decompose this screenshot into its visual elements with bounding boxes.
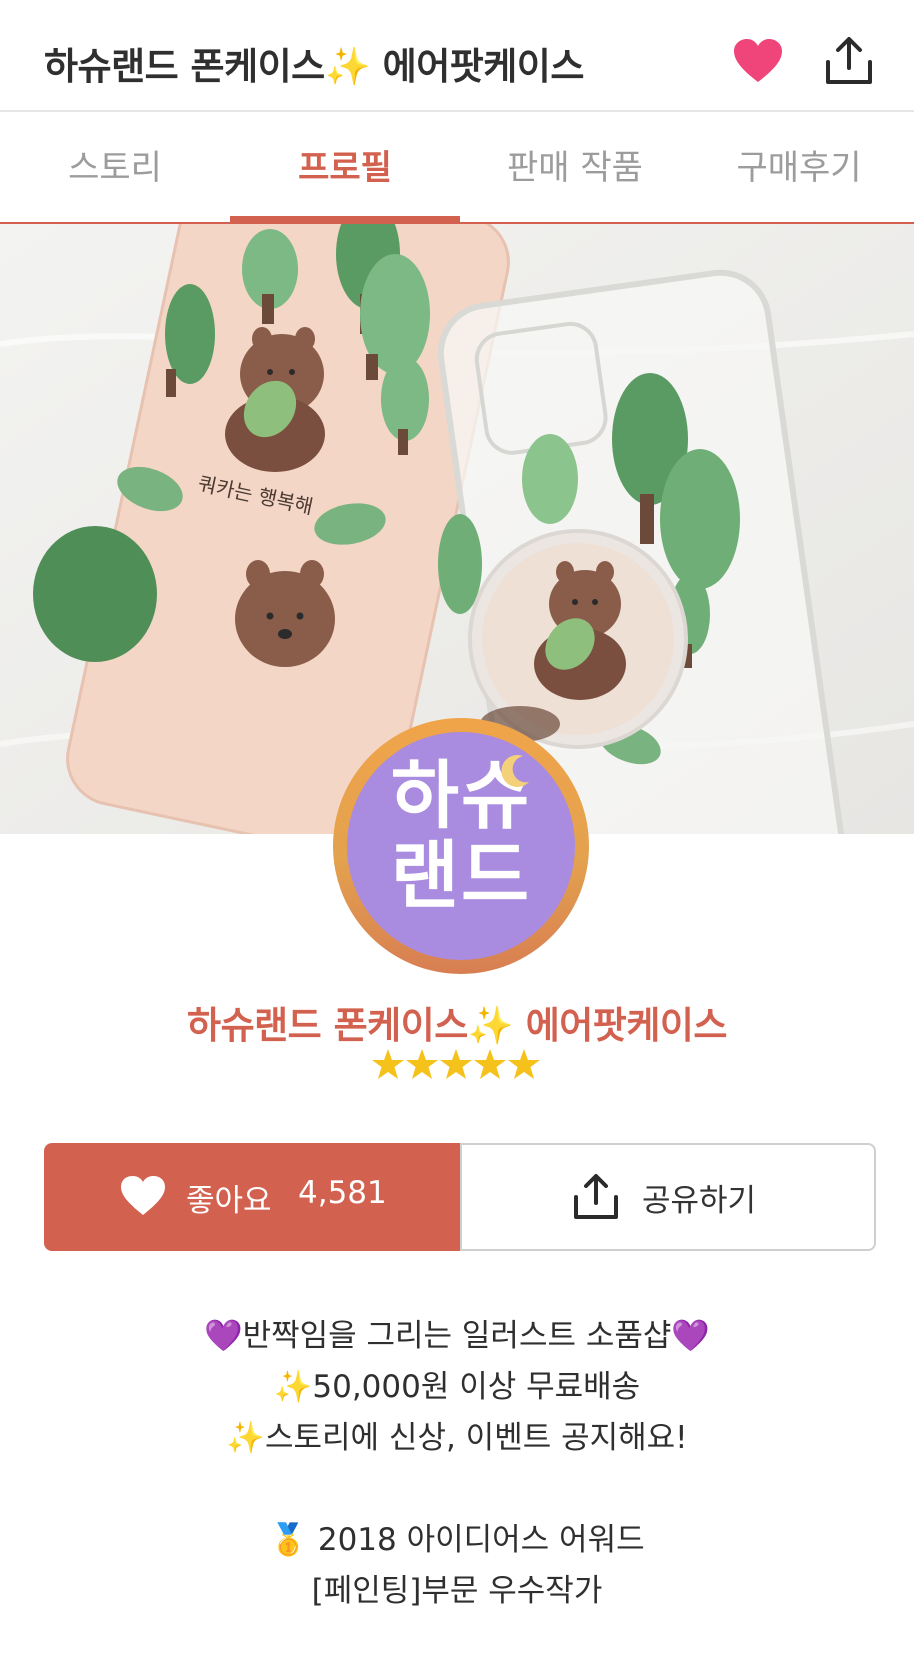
star-icon [440,1049,472,1079]
like-count: 4,581 [298,1175,387,1211]
avatar-text-line1: 하슈 [390,753,532,839]
share-icon [574,1174,618,1219]
tab-bar: 스토리 프로필 판매 작품 구매후기 [0,112,914,224]
like-button[interactable]: 좋아요 4,581 [44,1143,460,1251]
star-icon [508,1049,540,1079]
share-button[interactable]: 공유하기 [460,1143,876,1251]
description-line-6: [페인팅]부문 우수작가 [311,1573,603,1609]
like-label: 좋아요 [186,1183,272,1219]
avatar-text-line2: 랜드 [390,833,532,919]
rating-stars [372,1049,540,1079]
shop-name: 하슈랜드 폰케이스✨ 에어팟케이스 [187,1004,727,1047]
tab-story[interactable]: 스토리 [0,112,230,224]
star-icon [406,1049,438,1079]
moon-icon [501,754,529,787]
header-title: 하슈랜드 폰케이스✨ 에어팟케이스 [44,45,584,88]
description-line-1: 💜반짝임을 그리는 일러스트 소품샵💜 [203,1318,711,1354]
tab-reviews[interactable]: 구매후기 [684,112,914,224]
share-label: 공유하기 [642,1183,757,1219]
heart-icon[interactable] [733,38,783,84]
avatar[interactable]: 하슈 랜드 [347,732,575,960]
top-header: 하슈랜드 폰케이스✨ 에어팟케이스 [0,0,914,112]
tab-products[interactable]: 판매 작품 [460,112,690,224]
description-line-3: ✨스토리에 신상, 이벤트 공지해요! [226,1420,688,1456]
heart-icon [121,1176,165,1215]
tab-profile[interactable]: 프로필 [230,112,460,224]
share-icon[interactable] [824,36,874,86]
star-icon [474,1049,506,1079]
description-line-2: ✨50,000원 이상 무료배송 [273,1369,641,1405]
active-tab-indicator [230,216,460,224]
star-icon [372,1049,404,1079]
description-line-5: 🥇 2018 아이디어스 어워드 [269,1522,645,1558]
